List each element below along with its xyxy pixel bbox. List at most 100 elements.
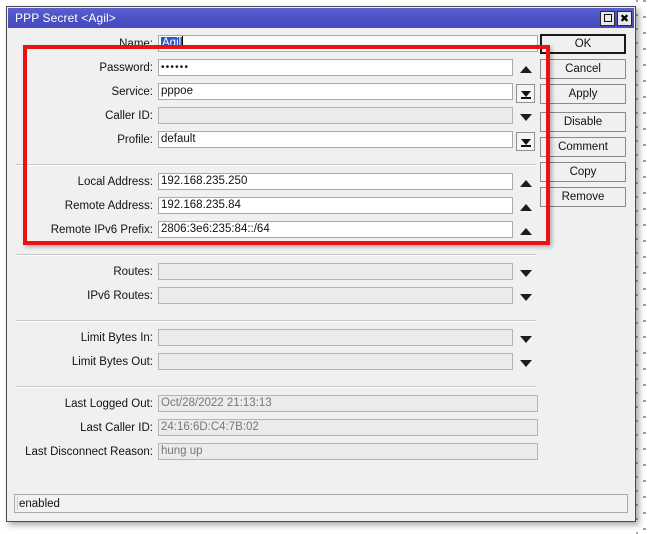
dropdown-underbar-icon	[521, 97, 531, 99]
spinner-down-arrow[interactable]	[516, 330, 536, 349]
field-wrapper	[158, 287, 536, 304]
field-label: Limit Bytes In:	[80, 332, 153, 344]
text-input[interactable]: default	[158, 131, 513, 148]
dropdown-underbar-icon	[521, 145, 531, 147]
form-row: Password: ••••••	[16, 57, 536, 81]
field-label: Remote Address:	[64, 200, 153, 212]
group-separator	[16, 320, 536, 322]
field-wrapper: Agil	[158, 35, 538, 52]
field-wrapper	[158, 329, 536, 346]
close-icon: ✖	[619, 11, 630, 25]
spinner-down-arrow[interactable]	[516, 264, 536, 283]
field-label: Name:	[119, 38, 153, 50]
field-label: Local Address:	[77, 176, 153, 188]
form-row: Name: Agil	[16, 33, 538, 57]
maximize-button[interactable]	[600, 10, 615, 26]
field-label: Password:	[99, 62, 153, 74]
close-button[interactable]: ✖	[617, 10, 632, 26]
field-label: Last Caller ID:	[80, 422, 153, 434]
field-label: IPv6 Routes:	[87, 290, 153, 302]
field-label: Last Logged Out:	[64, 398, 153, 410]
title-bar[interactable]: PPP Secret <Agil> ✖	[8, 8, 634, 28]
remove-button[interactable]: Remove	[540, 187, 626, 207]
field-wrapper	[158, 263, 536, 280]
apply-button[interactable]: Apply	[540, 84, 626, 104]
field-label: Routes:	[113, 266, 153, 278]
form-row: Last Logged Out: Oct/28/2022 21:13:13	[16, 393, 538, 417]
form-row: Limit Bytes Out:	[16, 351, 536, 375]
spinner-up-arrow[interactable]	[516, 222, 536, 241]
maximize-icon	[603, 14, 612, 22]
triangle-up-icon	[520, 180, 532, 187]
spinner-up-arrow[interactable]	[516, 60, 536, 79]
field-label: Profile:	[117, 134, 153, 146]
triangle-down-icon	[520, 114, 532, 121]
spinner-up-arrow[interactable]	[516, 174, 536, 193]
spinner-down-arrow[interactable]	[516, 108, 536, 127]
field-wrapper: 192.168.235.84	[158, 197, 536, 214]
text-input[interactable]: pppoe	[158, 83, 513, 100]
triangle-down-icon	[520, 336, 532, 343]
form-row: Limit Bytes In:	[16, 327, 536, 351]
field-wrapper	[158, 107, 536, 124]
text-caret	[182, 36, 184, 47]
form-row: Local Address: 192.168.235.250	[16, 171, 536, 195]
text-input	[158, 107, 513, 124]
status-bar: enabled	[14, 494, 628, 513]
password-mask: ••••••	[161, 62, 190, 73]
text-input[interactable]: ••••••	[158, 59, 513, 76]
text-input[interactable]: 192.168.235.250	[158, 173, 513, 190]
field-wrapper: ••••••	[158, 59, 536, 76]
field-wrapper: default	[158, 131, 536, 151]
form-row: Profile: default	[16, 129, 536, 153]
field-wrapper: 24:16:6D:C4:7B:02	[158, 419, 538, 436]
dropdown-button[interactable]	[516, 132, 536, 151]
field-label: Service:	[111, 86, 153, 98]
text-input[interactable]: 192.168.235.84	[158, 197, 513, 214]
group-separator	[16, 164, 536, 166]
text-input	[158, 329, 513, 346]
text-input[interactable]: Agil	[158, 35, 538, 52]
text-input[interactable]: 2806:3e6:235:84::/64	[158, 221, 513, 238]
triangle-down-icon	[520, 270, 532, 277]
status-text: enabled	[19, 497, 60, 510]
triangle-up-icon	[520, 204, 532, 211]
form-row: Caller ID:	[16, 105, 536, 129]
button-column: OK Cancel Apply Disable Comment Copy Remove	[540, 34, 626, 212]
field-wrapper: 192.168.235.250	[158, 173, 536, 190]
spinner-down-arrow[interactable]	[516, 288, 536, 307]
field-wrapper: 2806:3e6:235:84::/64	[158, 221, 536, 238]
spinner-down-arrow[interactable]	[516, 354, 536, 373]
dropdown-button[interactable]	[516, 84, 536, 103]
text-input: hung up	[158, 443, 538, 460]
triangle-down-icon	[520, 294, 532, 301]
group-separator	[16, 386, 536, 388]
text-input	[158, 353, 513, 370]
form-row: Routes:	[16, 261, 536, 285]
ppp-secret-form: Name: Agil Password: •••••• Service: pppoe Cal…	[16, 33, 538, 465]
form-row: Last Caller ID: 24:16:6D:C4:7B:02	[16, 417, 538, 441]
spinner-up-arrow[interactable]	[516, 198, 536, 217]
triangle-up-icon	[520, 66, 532, 73]
form-row: Service: pppoe	[16, 81, 536, 105]
field-label: Remote IPv6 Prefix:	[50, 224, 153, 236]
background-pattern-strip-edge	[643, 0, 646, 534]
comment-button[interactable]: Comment	[540, 137, 626, 157]
ppp-secret-dialog: PPP Secret <Agil> ✖ Name: Agil Password: ••…	[6, 6, 636, 522]
text-input: 24:16:6D:C4:7B:02	[158, 419, 538, 436]
ok-button[interactable]: OK	[540, 34, 626, 54]
cancel-button[interactable]: Cancel	[540, 59, 626, 79]
form-row: Remote IPv6 Prefix: 2806:3e6:235:84::/64	[16, 219, 536, 243]
form-row: Remote Address: 192.168.235.84	[16, 195, 536, 219]
text-input: Oct/28/2022 21:13:13	[158, 395, 538, 412]
dropdown-box	[516, 84, 535, 103]
field-wrapper: Oct/28/2022 21:13:13	[158, 395, 538, 412]
field-label: Last Disconnect Reason:	[25, 446, 153, 458]
form-row: IPv6 Routes:	[16, 285, 536, 309]
copy-button[interactable]: Copy	[540, 162, 626, 182]
field-wrapper: hung up	[158, 443, 538, 460]
disable-button[interactable]: Disable	[540, 112, 626, 132]
field-label: Limit Bytes Out:	[71, 356, 153, 368]
